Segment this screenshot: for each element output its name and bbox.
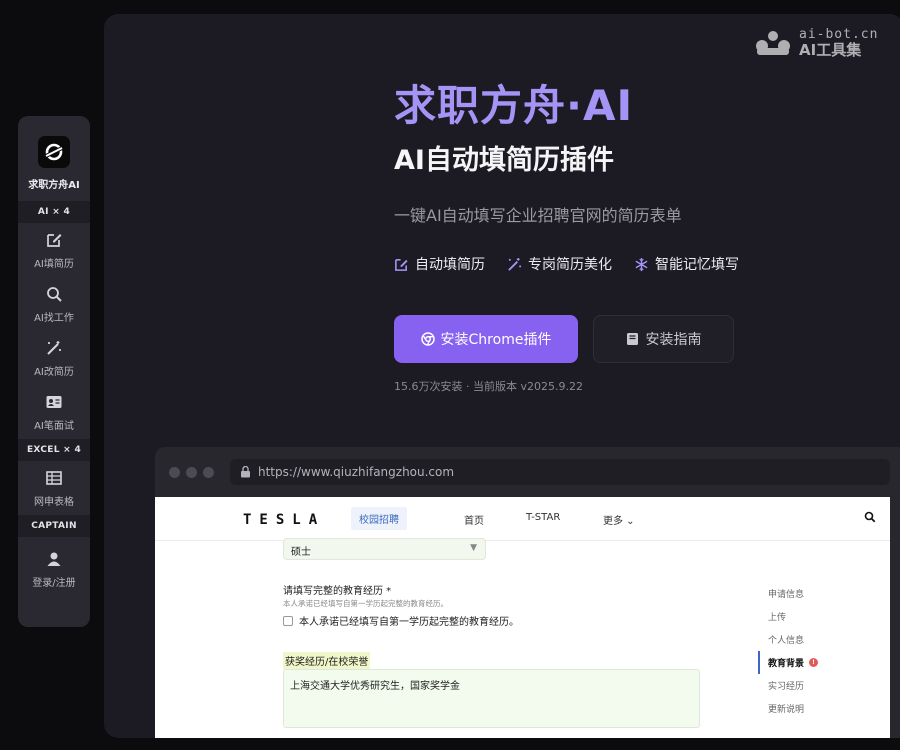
chevron-down-icon: ▼ <box>470 543 477 553</box>
install-guide-button[interactable]: 安装指南 <box>593 315 734 363</box>
book-icon <box>626 333 638 345</box>
education-checkbox-label: 本人承诺已经填写自第一学历起完整的教育经历。 <box>299 617 519 628</box>
sidebar-section-ai: AI × 4 <box>18 201 90 223</box>
toc-item-active: 教育背景 ! <box>758 651 819 674</box>
chrome-icon <box>420 332 435 346</box>
application-form: 硕士 ▼ 请填写完整的教育经历 * 本人承诺已经填写自第一学历起完整的教育经历。… <box>155 538 890 738</box>
app-logo-icon <box>38 136 70 168</box>
url-text: https://www.qiuzhifangzhou.com <box>258 465 455 479</box>
form-section-nav: 申请信息 上传 个人信息 教育背景 ! 实习经历 更新说明 <box>758 582 819 720</box>
sidebar-item-label: AI笔面试 <box>34 420 74 432</box>
nav-home: 首页 <box>464 516 484 527</box>
toc-item: 更新说明 <box>768 705 805 715</box>
magic-wand-icon <box>47 340 61 355</box>
education-label: 请填写完整的教育经历 * <box>283 586 392 597</box>
feature-resume-beautify: 专岗简历美化 <box>507 254 612 274</box>
install-chrome-button[interactable]: 安装Chrome插件 <box>394 315 578 363</box>
feature-list: 自动填简历 专岗简历美化 智能记忆填写 <box>394 254 739 274</box>
hero-title: 求职方舟·AI <box>394 81 634 130</box>
nav-more-label: 更多 <box>603 516 623 527</box>
sidebar-section-excel: EXCEL × 4 <box>18 439 90 461</box>
site-nav: TESLA 校园招聘 首页 T-STAR 更多 ⌄ <box>155 497 890 541</box>
education-hint: 本人承诺已经填写自第一学历起完整的教育经历。 <box>283 599 448 608</box>
webpage-preview: TESLA 校园招聘 首页 T-STAR 更多 ⌄ 硕士 ▼ 请填写完整的教育经… <box>155 497 890 738</box>
table-icon <box>46 470 62 485</box>
window-dot-icon <box>186 466 197 478</box>
sidebar-item-ai-interview[interactable]: AI笔面试 <box>18 385 90 439</box>
sidebar: 求职方舟AI AI × 4 AI填简历 AI找工作 AI改简历 AI笔面试 EX… <box>18 116 90 627</box>
hero-subtitle: AI自动填简历插件 <box>394 145 614 176</box>
robot-logo-icon <box>756 31 790 55</box>
education-checkbox: 本人承诺已经填写自第一学历起完整的教育经历。 <box>283 613 519 628</box>
window-dot-icon <box>203 466 214 478</box>
sidebar-item-label: 网申表格 <box>34 496 74 508</box>
nav-more: 更多 ⌄ <box>603 516 635 527</box>
degree-value: 硕士 <box>291 547 311 558</box>
nav-campus-tab: 校园招聘 <box>351 507 407 530</box>
search-icon <box>864 511 876 523</box>
degree-select: 硕士 ▼ <box>283 538 486 560</box>
site-logo: TESLA <box>243 512 326 528</box>
nav-tstar: T-STAR <box>526 512 561 523</box>
toc-item: 个人信息 <box>768 636 805 646</box>
window-dot-icon <box>169 466 180 478</box>
feature-smart-memory: 智能记忆填写 <box>634 254 739 274</box>
sidebar-item-label: AI改简历 <box>34 366 74 378</box>
id-card-icon <box>46 395 62 408</box>
watermark-domain: ai-bot.cn <box>799 27 879 42</box>
browser-preview: https://www.qiuzhifangzhou.com TESLA 校园招… <box>155 447 900 738</box>
install-guide-label: 安装指南 <box>645 332 702 348</box>
sidebar-item-label: AI找工作 <box>34 312 74 324</box>
install-stats: 15.6万次安装 · 当前版本 v2025.9.22 <box>394 380 583 393</box>
edit-icon <box>47 233 62 247</box>
page-root: ai-bot.cn AI工具集 求职方舟AI AI × 4 AI填简历 AI找工… <box>0 0 900 750</box>
award-value: 上海交通大学优秀研究生，国家奖学金 <box>290 681 460 692</box>
alert-badge: ! <box>809 658 819 667</box>
sidebar-section-captain: CAPTAIN <box>18 515 90 537</box>
award-label: 获奖经历/在校荣誉 <box>283 652 371 669</box>
sidebar-item-ai-fill-resume[interactable]: AI填简历 <box>18 223 90 277</box>
checkbox-icon <box>283 615 293 626</box>
toc-item: 实习经历 <box>768 682 805 692</box>
user-icon <box>47 552 61 566</box>
toc-item-label: 教育背景 <box>768 659 805 669</box>
toc-item: 上传 <box>768 613 787 623</box>
edit-icon <box>395 258 408 271</box>
sidebar-item-login[interactable]: 登录/注册 <box>18 537 90 601</box>
install-chrome-label: 安装Chrome插件 <box>440 332 552 348</box>
sidebar-item-ai-find-job[interactable]: AI找工作 <box>18 277 90 331</box>
hero-description: 一键AI自动填写企业招聘官网的简历表单 <box>394 206 682 225</box>
sidebar-item-ai-edit-resume[interactable]: AI改简历 <box>18 331 90 385</box>
browser-toolbar: https://www.qiuzhifangzhou.com <box>155 447 900 497</box>
feature-label: 自动填简历 <box>415 257 485 273</box>
sidebar-item-application-table[interactable]: 网申表格 <box>18 461 90 515</box>
search-icon <box>47 286 62 302</box>
watermark: ai-bot.cn AI工具集 <box>753 28 878 58</box>
watermark-name: AI工具集 <box>799 41 862 59</box>
snowflake-icon <box>635 257 648 271</box>
sidebar-item-label: 登录/注册 <box>32 577 76 589</box>
sidebar-brand-label: 求职方舟AI <box>28 180 80 191</box>
sidebar-brand[interactable]: 求职方舟AI <box>18 116 90 201</box>
feature-label: 智能记忆填写 <box>655 257 739 273</box>
feature-auto-fill: 自动填简历 <box>394 254 485 274</box>
url-bar: https://www.qiuzhifangzhou.com <box>230 459 890 485</box>
sidebar-item-label: AI填简历 <box>34 258 74 270</box>
feature-label: 专岗简历美化 <box>528 257 612 273</box>
award-textarea: 上海交通大学优秀研究生，国家奖学金 <box>283 669 700 728</box>
lock-icon <box>241 466 250 478</box>
toc-item: 申请信息 <box>768 590 805 600</box>
magic-wand-icon <box>508 257 522 271</box>
